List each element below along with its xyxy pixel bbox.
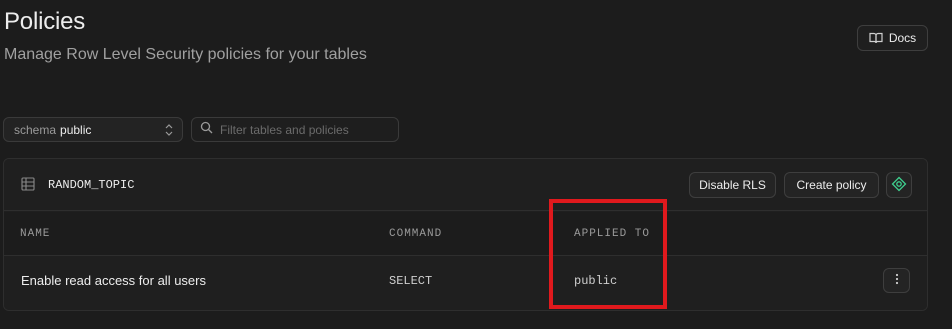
policy-name: Enable read access for all users <box>21 273 206 288</box>
create-policy-button[interactable]: Create policy <box>784 172 879 198</box>
page-subtitle: Manage Row Level Security policies for y… <box>4 46 367 63</box>
column-header-command: COMMAND <box>389 228 443 240</box>
policy-command: SELECT <box>389 274 433 288</box>
table-options-button[interactable] <box>886 172 912 198</box>
column-header-applied-to: APPLIED TO <box>574 228 651 240</box>
docs-label: Docs <box>888 31 917 45</box>
filter-field[interactable] <box>191 117 399 142</box>
search-icon <box>200 121 213 139</box>
diamond-icon <box>891 176 907 195</box>
policy-applied-to: public <box>574 274 618 288</box>
row-more-button[interactable] <box>883 268 910 293</box>
column-header-name: NAME <box>20 228 51 240</box>
create-policy-label: Create policy <box>796 178 867 192</box>
schema-prefix: schema <box>14 122 57 137</box>
card-header: RANDOM_TOPIC Disable RLS Create policy <box>4 159 927 211</box>
table-row[interactable]: Enable read access for all users SELECT … <box>4 257 927 310</box>
more-vertical-icon <box>895 272 899 290</box>
table-header-row: NAME COMMAND APPLIED TO <box>4 212 927 256</box>
docs-button[interactable]: Docs <box>857 25 928 51</box>
chevron-up-down-icon <box>164 123 174 140</box>
book-icon <box>869 32 883 44</box>
disable-rls-button[interactable]: Disable RLS <box>689 172 776 198</box>
table-name: RANDOM_TOPIC <box>48 178 135 192</box>
table-icon <box>21 177 35 196</box>
page-title: Policies <box>4 8 86 35</box>
search-input[interactable] <box>220 122 390 137</box>
policies-page: Policies Manage Row Level Security polic… <box>0 0 952 329</box>
disable-rls-label: Disable RLS <box>699 178 766 192</box>
schema-value: public <box>60 122 92 137</box>
schema-selector[interactable]: schema public <box>3 117 183 142</box>
table-policies-card: RANDOM_TOPIC Disable RLS Create policy N… <box>3 158 928 311</box>
